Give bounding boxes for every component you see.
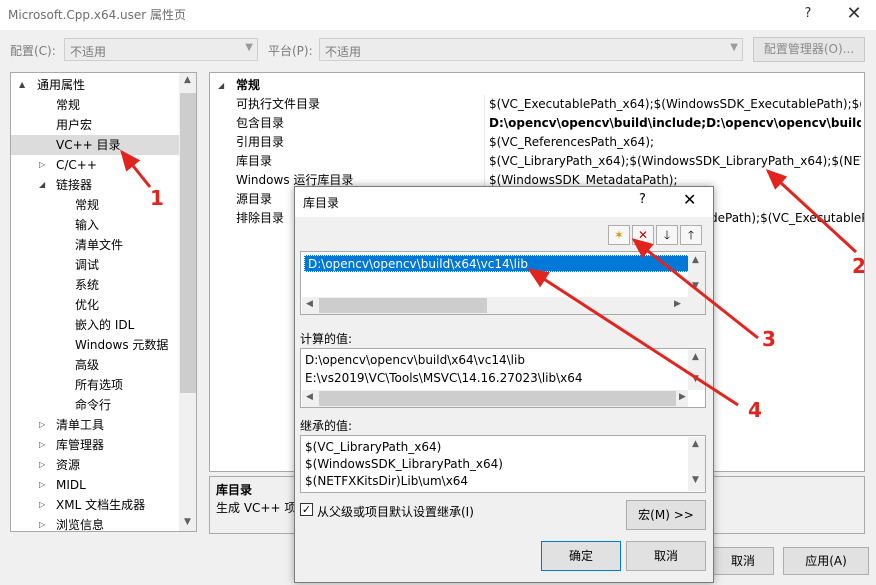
annotation-arrow-4 [527,268,739,407]
annotation-overlay [120,149,858,407]
annotation-arrow-3 [631,238,759,340]
annotation-number-2: 2 [852,254,866,278]
annotation-arrow-2 [765,168,858,254]
annotation-number-4: 4 [748,398,762,422]
annotation-arrow-1 [120,149,152,188]
annotation-number-1: 1 [150,186,164,210]
annotation-number-3: 3 [762,327,776,351]
